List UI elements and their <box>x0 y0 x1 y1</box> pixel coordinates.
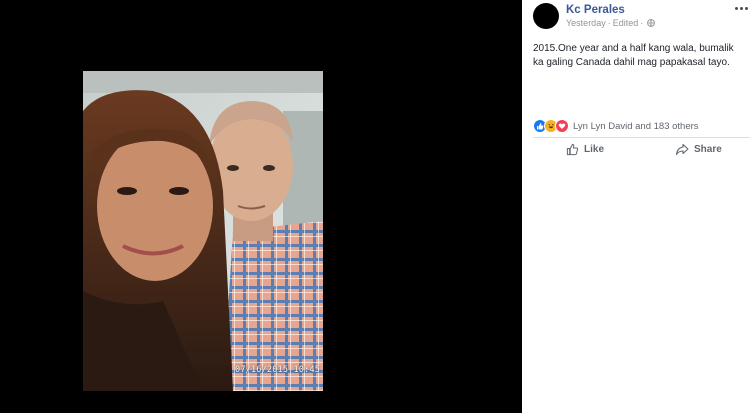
dot-icon <box>734 6 738 10</box>
post-meta: Yesterday · Edited · <box>566 18 656 28</box>
photo-viewer: 07/16/2015 10:45 <box>0 0 522 413</box>
reactions-summary[interactable]: Lyn Lyn David and 183 others <box>533 119 699 133</box>
edited-label[interactable]: Edited <box>613 18 639 28</box>
meta-separator-2: · <box>640 18 644 28</box>
post-photo[interactable]: 07/16/2015 10:45 <box>83 71 323 391</box>
dot-icon <box>744 6 748 10</box>
post-time[interactable]: Yesterday <box>566 18 606 28</box>
divider <box>533 137 750 138</box>
like-label: Like <box>584 144 605 155</box>
love-icon <box>555 119 569 133</box>
author-name[interactable]: Kc Perales <box>566 4 625 16</box>
selfie-image <box>83 71 323 391</box>
share-button[interactable]: Share <box>675 143 722 156</box>
post-text: 2015.One year and a half kang wala, buma… <box>533 43 734 68</box>
post-sidebar: Kc Perales Yesterday · Edited · 2015.One… <box>522 0 750 413</box>
share-icon <box>675 143 689 156</box>
thumbs-up-icon <box>566 143 579 156</box>
globe-icon[interactable] <box>647 19 656 27</box>
like-button[interactable]: Like <box>566 143 604 156</box>
meta-separator: · <box>607 18 611 28</box>
avatar[interactable] <box>533 3 559 29</box>
more-options-button[interactable] <box>732 1 750 15</box>
reactions-text[interactable]: Lyn Lyn David and 183 others <box>573 121 699 132</box>
share-label: Share <box>694 144 722 155</box>
photo-timestamp: 07/16/2015 10:45 <box>235 365 321 375</box>
dot-icon <box>739 6 743 10</box>
